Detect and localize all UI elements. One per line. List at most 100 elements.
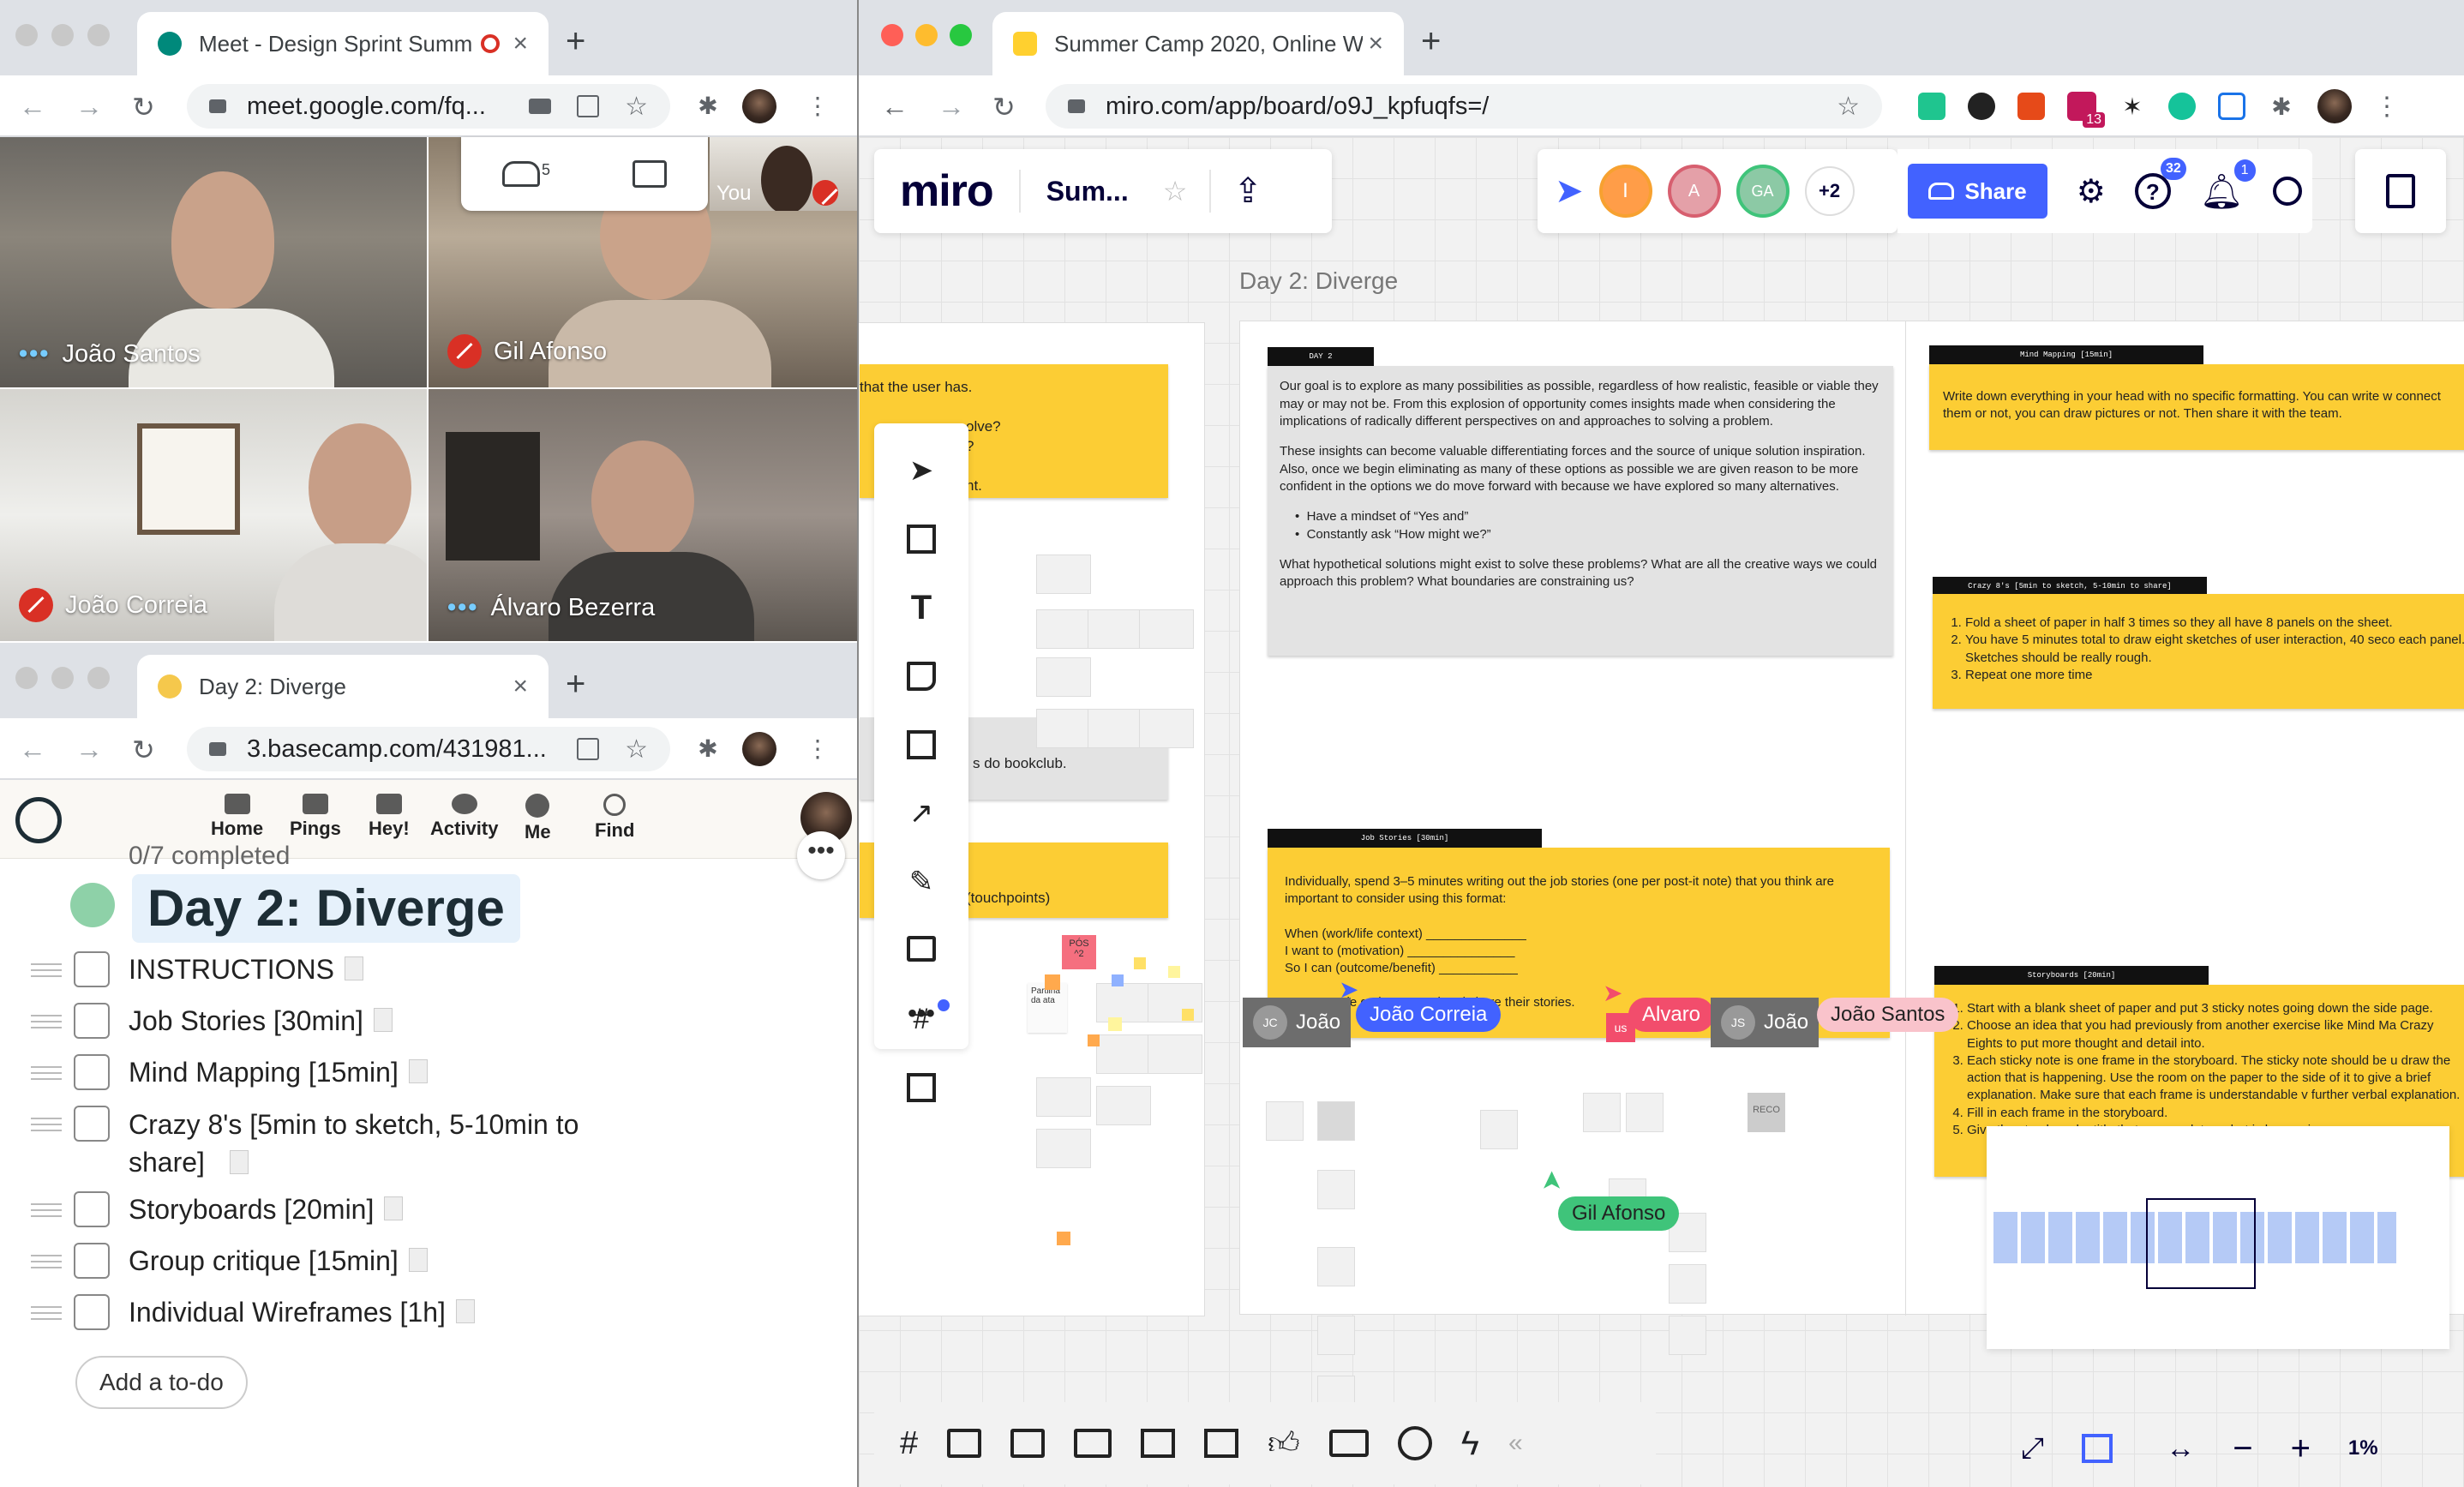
translate-icon[interactable] <box>577 95 600 117</box>
tab-miro[interactable]: Summer Camp 2020, Online W × <box>992 12 1404 75</box>
drag-handle-icon[interactable] <box>31 1255 62 1273</box>
mini-note[interactable] <box>1036 709 1091 748</box>
zoom-window-button[interactable] <box>950 24 972 46</box>
todo-checkbox[interactable] <box>74 1106 110 1142</box>
reload-button[interactable]: ↻ <box>132 91 155 123</box>
extension-icon[interactable] <box>1918 93 1945 120</box>
menu-icon[interactable]: ⋮ <box>806 737 830 761</box>
menu-icon[interactable]: ⋮ <box>806 94 830 118</box>
todo-item[interactable]: Individual Wireframes [1h] <box>31 1294 475 1330</box>
mini-note[interactable] <box>1036 1129 1091 1168</box>
close-window-button[interactable] <box>15 667 38 689</box>
video-chat-icon[interactable] <box>1328 1430 1369 1457</box>
presentation-icon[interactable] <box>947 1429 982 1458</box>
mini-note[interactable] <box>1036 609 1091 649</box>
todo-checkbox[interactable] <box>74 1054 110 1090</box>
todo-label[interactable]: Crazy 8's [5min to sketch, 5-10min to sh… <box>129 1106 634 1181</box>
zoom-window-button[interactable] <box>87 24 110 46</box>
mini-note[interactable] <box>1317 1247 1355 1286</box>
profile-avatar[interactable] <box>742 89 776 123</box>
fit-to-screen-icon[interactable]: ↔ <box>2166 1432 2195 1466</box>
extension-icon[interactable]: ✶ <box>2119 93 2146 120</box>
mini-note[interactable] <box>1096 1034 1151 1074</box>
todo-label[interactable]: Mind Mapping [15min] <box>129 1054 399 1090</box>
add-todo-button[interactable]: Add a to-do <box>75 1356 248 1409</box>
forward-button[interactable]: → <box>75 734 103 765</box>
upload-tool-icon[interactable] <box>902 1068 941 1107</box>
timer-icon[interactable] <box>1397 1426 1432 1460</box>
video-tile[interactable]: João Correia <box>0 389 427 641</box>
select-tool-icon[interactable]: ➤ <box>902 451 941 490</box>
small-sticky[interactable] <box>1108 1017 1122 1031</box>
todo-checkbox[interactable] <box>74 1191 110 1227</box>
comment-tool-icon[interactable] <box>902 931 941 970</box>
new-tab-button[interactable]: + <box>566 22 585 61</box>
todo-label[interactable]: Storyboards [20min] <box>129 1191 374 1227</box>
small-sticky[interactable] <box>1134 957 1146 969</box>
mini-note[interactable] <box>1036 1077 1091 1117</box>
crazy8-note[interactable]: Fold a sheet of paper in half 3 times so… <box>1933 594 2464 709</box>
todo-checkbox[interactable] <box>74 1243 110 1279</box>
mini-note[interactable] <box>1139 709 1194 748</box>
map-icon[interactable] <box>2082 1434 2113 1463</box>
collaborator-avatar[interactable]: A <box>1667 165 1721 218</box>
extensions-icon[interactable]: ✱ <box>696 737 720 761</box>
chat-button[interactable] <box>632 160 667 188</box>
reload-button[interactable]: ↻ <box>992 91 1016 123</box>
video-tile[interactable]: ••• Álvaro Bezerra <box>429 389 857 641</box>
reload-button[interactable]: ↻ <box>132 734 155 766</box>
mini-note[interactable] <box>1096 983 1151 1022</box>
mini-note[interactable] <box>1626 1093 1664 1132</box>
nav-home[interactable]: Home <box>211 794 263 840</box>
todo-label[interactable]: Job Stories [30min] <box>129 1003 363 1039</box>
extension-icon[interactable] <box>2017 93 2045 120</box>
back-button[interactable]: ← <box>19 91 46 123</box>
close-window-button[interactable] <box>881 24 903 46</box>
nav-me[interactable]: Me <box>525 794 551 843</box>
miro-logo[interactable]: miro <box>900 165 994 217</box>
address-bar[interactable]: miro.com/app/board/o9J_kpfuqfs=/ ☆ <box>1046 84 1882 129</box>
self-view[interactable]: You <box>710 137 857 211</box>
todo-label[interactable]: Individual Wireframes [1h] <box>129 1294 446 1330</box>
frames-icon[interactable]: # <box>900 1425 918 1462</box>
profile-avatar[interactable] <box>742 732 776 766</box>
mini-note[interactable] <box>1317 1101 1355 1141</box>
mini-note[interactable] <box>1036 657 1091 697</box>
help-icon[interactable]: ? 32 <box>2134 158 2186 209</box>
video-tile[interactable]: ••• João Santos <box>0 137 427 387</box>
small-sticky[interactable] <box>1088 1034 1100 1046</box>
todo-item[interactable]: Job Stories [30min] <box>31 1003 393 1039</box>
zoom-level[interactable]: 1% <box>2348 1436 2378 1460</box>
translate-icon[interactable] <box>577 738 600 760</box>
close-tab-icon[interactable]: × <box>513 672 528 701</box>
drag-handle-icon[interactable] <box>31 1306 62 1324</box>
collapse-toolbar-icon[interactable]: « <box>1508 1429 1523 1458</box>
mini-note[interactable] <box>1139 609 1194 649</box>
voting-thumbs-up-icon[interactable]: 👍︎ <box>1268 1424 1300 1462</box>
minimap[interactable] <box>1987 1126 2449 1349</box>
sticky-note-tool-icon[interactable] <box>902 657 941 696</box>
settings-sliders-icon[interactable]: ⚙ <box>2077 172 2106 211</box>
lightning-icon[interactable]: ϟ <box>1461 1424 1479 1463</box>
todo-label[interactable]: INSTRUCTIONS <box>129 951 334 987</box>
collaborator-avatar[interactable]: GA <box>1736 165 1790 218</box>
share-button[interactable]: Share <box>1908 164 2047 219</box>
connection-line-tool-icon[interactable]: ↗ <box>902 794 941 833</box>
export-board-icon[interactable] <box>1204 1429 1239 1458</box>
close-window-button[interactable] <box>15 24 38 46</box>
todo-item[interactable]: Storyboards [20min] <box>31 1191 404 1227</box>
frame-title[interactable]: Day 2: Diverge <box>1239 267 1398 295</box>
more-collaborators[interactable]: +2 <box>1804 166 1855 216</box>
board-name[interactable]: Sum... <box>1046 176 1129 207</box>
text-tool-icon[interactable]: T <box>902 588 941 627</box>
bookmark-star-icon[interactable]: ☆ <box>625 92 648 122</box>
todo-label[interactable]: Group critique [15min] <box>129 1243 399 1279</box>
extensions-icon[interactable]: ✱ <box>2268 93 2295 120</box>
minimize-window-button[interactable] <box>51 24 74 46</box>
drag-handle-icon[interactable] <box>31 1015 62 1033</box>
mini-note[interactable] <box>1036 555 1091 594</box>
nav-activity[interactable]: Activity <box>430 794 498 840</box>
cards-icon[interactable] <box>1141 1429 1176 1458</box>
forward-button[interactable]: → <box>75 91 103 123</box>
address-bar[interactable]: 3.basecamp.com/431981... ☆ <box>187 727 670 771</box>
